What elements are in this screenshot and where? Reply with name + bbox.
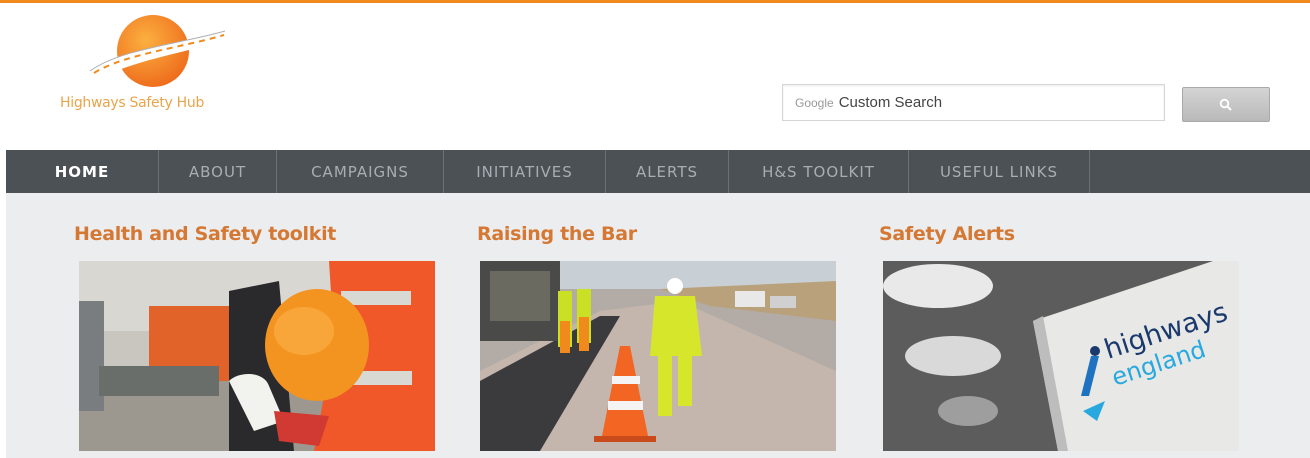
nav-item-hs-toolkit[interactable]: H&S TOOLKIT — [729, 150, 909, 193]
search-input[interactable]: Google Custom Search — [782, 84, 1165, 121]
site-header: Highways Safety Hub Google Custom Search — [0, 3, 1310, 150]
nav-item-home[interactable]: HOME — [6, 150, 159, 193]
nav-item-about[interactable]: ABOUT — [159, 150, 277, 193]
site-logo[interactable]: Highways Safety Hub — [60, 9, 260, 119]
search-placeholder: Custom Search — [838, 94, 943, 111]
card-title-safety-alerts[interactable]: Safety Alerts — [879, 223, 1015, 245]
raising-the-bar-image[interactable] — [480, 261, 836, 451]
worker-with-hard-hat-photo — [79, 261, 435, 451]
content-area: Health and Safety toolkit Raising the Ba… — [6, 193, 1310, 458]
google-label: Google — [795, 95, 834, 110]
card-title-raising-the-bar[interactable]: Raising the Bar — [477, 223, 637, 245]
search-button[interactable] — [1182, 87, 1270, 122]
nav-item-alerts[interactable]: ALERTS — [606, 150, 729, 193]
toolkit-image[interactable] — [79, 261, 435, 451]
card-title-toolkit[interactable]: Health and Safety toolkit — [74, 223, 336, 245]
nav-item-useful-links[interactable]: USEFUL LINKS — [909, 150, 1090, 193]
road-workers-photo — [480, 261, 836, 451]
search-icon — [1219, 98, 1232, 111]
main-nav: HOME ABOUT CAMPAIGNS INITIATIVES ALERTS … — [6, 150, 1310, 193]
highways-england-sign-photo: highways england — [883, 261, 1239, 451]
safety-alerts-image[interactable]: highways england — [883, 261, 1239, 451]
nav-item-campaigns[interactable]: CAMPAIGNS — [277, 150, 444, 193]
nav-item-initiatives[interactable]: INITIATIVES — [444, 150, 606, 193]
sun-road-logo-icon — [89, 15, 228, 87]
logo-text: Highways Safety Hub — [60, 95, 205, 111]
